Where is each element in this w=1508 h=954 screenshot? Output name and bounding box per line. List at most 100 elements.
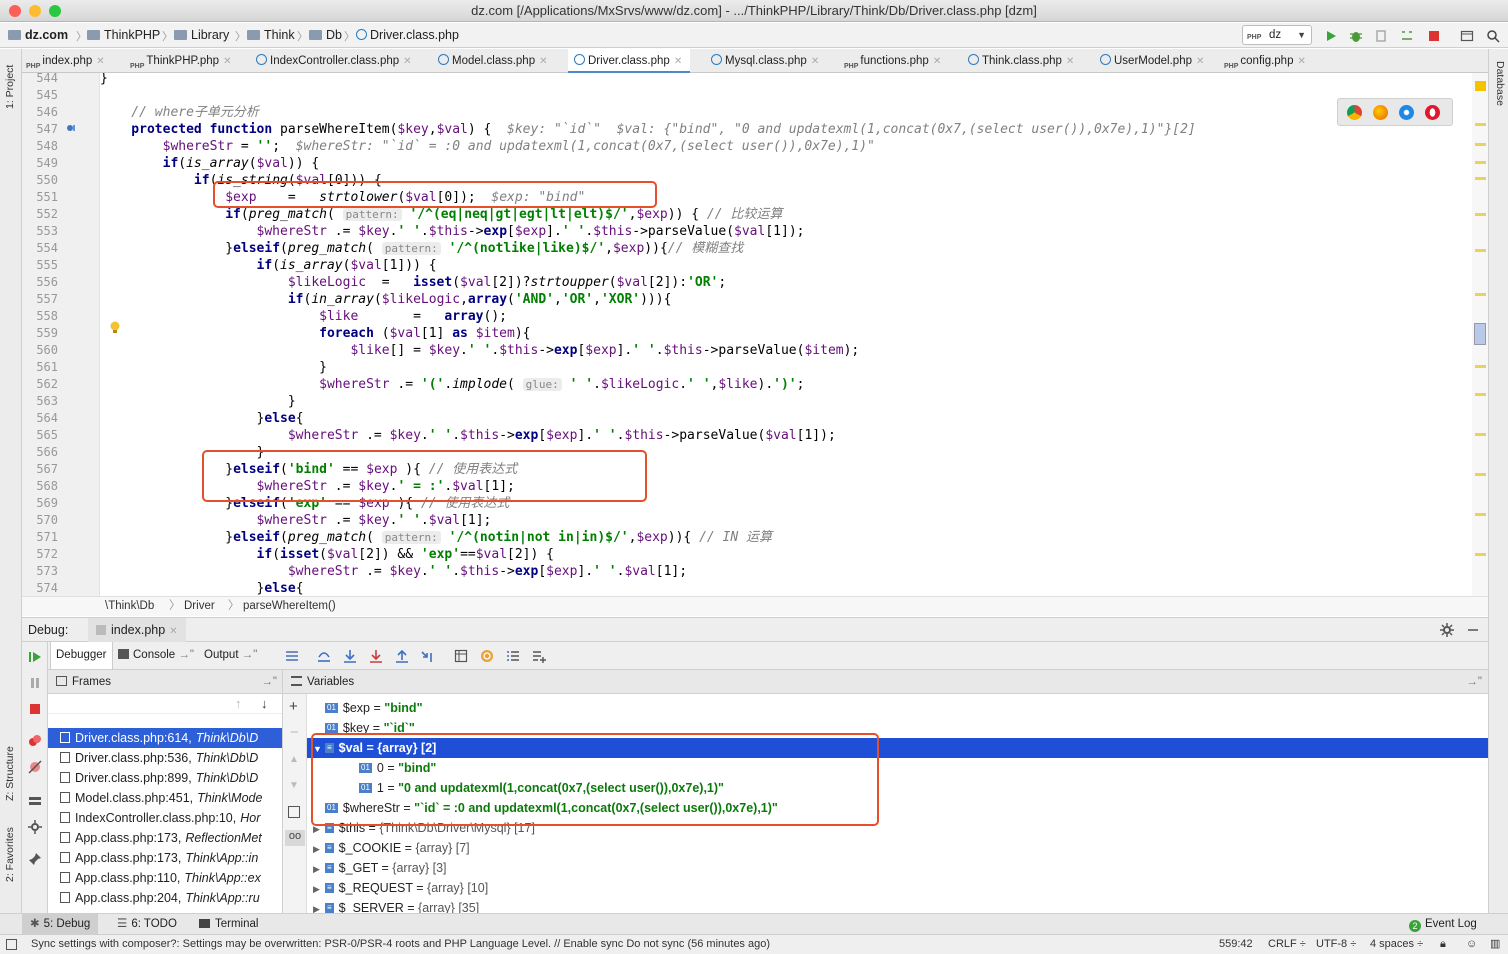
- resume-icon[interactable]: [28, 650, 42, 664]
- tab-debugger[interactable]: Debugger: [50, 642, 113, 669]
- stop-icon[interactable]: [1427, 29, 1441, 43]
- tab-mysql[interactable]: Mysql.class.php ✕: [705, 49, 819, 73]
- frame-row[interactable]: Driver.class.php:614, Think\Db\D: [48, 728, 282, 748]
- warning-marker[interactable]: [1475, 433, 1486, 436]
- scroll-thumb[interactable]: [1474, 323, 1486, 345]
- code-line[interactable]: }else{: [100, 410, 304, 427]
- code-line[interactable]: }: [100, 359, 327, 376]
- run-config-select[interactable]: PHP dz ▼: [1242, 25, 1312, 45]
- nav-crumb-think[interactable]: Think: [247, 27, 295, 43]
- frame-row[interactable]: App.class.php:110, Think\App::ex: [48, 868, 282, 888]
- safari-icon[interactable]: [1399, 105, 1414, 120]
- line-number[interactable]: 559: [22, 325, 58, 342]
- remove-icon[interactable]: −: [290, 724, 299, 741]
- nav-crumb-library[interactable]: Library: [174, 27, 229, 43]
- layout-icon[interactable]: [1460, 29, 1474, 43]
- line-number[interactable]: 573: [22, 563, 58, 580]
- force-step-into-icon[interactable]: [369, 649, 383, 663]
- pin-arrow-icon[interactable]: →": [261, 670, 277, 694]
- step-over-icon[interactable]: [317, 649, 331, 663]
- step-out-icon[interactable]: [395, 649, 409, 663]
- close-tab-icon[interactable]: ✕: [811, 56, 819, 67]
- code-line[interactable]: $whereStr .= $key.' '.$val[1];: [100, 512, 492, 529]
- warning-marker[interactable]: [1475, 553, 1486, 556]
- code-line[interactable]: }: [100, 73, 108, 87]
- warning-marker[interactable]: [1475, 177, 1486, 180]
- run-to-cursor-icon[interactable]: [421, 649, 435, 663]
- line-number[interactable]: 563: [22, 393, 58, 410]
- tab-model[interactable]: Model.class.php ✕: [432, 49, 548, 73]
- line-number[interactable]: 546: [22, 104, 58, 121]
- terminal-tool-button[interactable]: Terminal: [199, 914, 258, 934]
- line-number[interactable]: 549: [22, 155, 58, 172]
- glasses-icon[interactable]: oo: [285, 830, 305, 846]
- pause-icon[interactable]: [28, 676, 42, 690]
- view-breakpoints-icon[interactable]: [28, 734, 42, 748]
- frame-row[interactable]: Driver.class.php:899, Think\Db\D: [48, 768, 282, 788]
- line-number[interactable]: 547: [22, 121, 58, 138]
- code-line[interactable]: $whereStr .= $key.' '.$this->exp[$exp].'…: [100, 223, 805, 240]
- variable-row[interactable]: ▶ ≡ $_SERVER = {array} [35]: [307, 898, 1488, 913]
- status-toggle-icon[interactable]: [6, 939, 17, 950]
- todo-tool-button[interactable]: ☰ 6: TODO: [117, 914, 177, 934]
- close-tab-icon[interactable]: ✕: [1066, 56, 1074, 67]
- tab-index-php[interactable]: PHP index.php ✕: [22, 49, 105, 73]
- opera-icon[interactable]: [1425, 105, 1440, 120]
- arrow-up-icon[interactable]: ↑: [235, 696, 242, 711]
- variable-row[interactable]: 01 $exp = "bind": [307, 698, 1488, 718]
- line-number[interactable]: 550: [22, 172, 58, 189]
- close-tab-icon[interactable]: ✕: [1196, 56, 1204, 67]
- warning-marker[interactable]: [1475, 81, 1486, 91]
- close-tab-icon[interactable]: ✕: [403, 56, 411, 67]
- expand-toggle-icon[interactable]: ▶: [313, 879, 325, 899]
- code-line[interactable]: $likeLogic = isset($val[2])?strtoupper($…: [100, 274, 726, 291]
- chrome-icon[interactable]: [1347, 105, 1362, 120]
- frame-row[interactable]: App.class.php:204, Think\App::ru: [48, 888, 282, 908]
- warning-marker[interactable]: [1475, 513, 1486, 516]
- line-number[interactable]: 548: [22, 138, 58, 155]
- tab-indexcontroller[interactable]: IndexController.class.php ✕: [250, 49, 412, 73]
- frame-row[interactable]: App.class.php:173, ReflectionMet: [48, 828, 282, 848]
- nav-crumb-project[interactable]: dz.com: [8, 27, 68, 43]
- step-into-icon[interactable]: [343, 649, 357, 663]
- file-encoding[interactable]: UTF-8 ÷: [1316, 935, 1356, 954]
- close-tab-icon[interactable]: ✕: [169, 626, 177, 637]
- frame-row[interactable]: Model.class.php:451, Think\Mode: [48, 788, 282, 808]
- layout-settings-icon[interactable]: [28, 794, 42, 808]
- project-tool-button[interactable]: 1: Project: [4, 65, 16, 109]
- stop-debug-icon[interactable]: [28, 702, 42, 716]
- favorites-tool-button[interactable]: 2: Favorites: [4, 827, 16, 882]
- tab-usermodel[interactable]: UserModel.php ✕: [1094, 49, 1204, 73]
- line-number[interactable]: 565: [22, 427, 58, 444]
- code-line[interactable]: $like = array();: [100, 308, 507, 325]
- code-line[interactable]: if(is_array($val)) {: [100, 155, 320, 172]
- frame-row[interactable]: IndexController.class.php:10, Hor: [48, 808, 282, 828]
- coverage-icon[interactable]: [1374, 29, 1388, 43]
- line-number[interactable]: 555: [22, 257, 58, 274]
- override-marker-icon[interactable]: [65, 122, 77, 134]
- list-icon[interactable]: [506, 649, 520, 663]
- search-icon[interactable]: [1486, 29, 1500, 43]
- warning-marker[interactable]: [1475, 161, 1486, 164]
- close-window-button[interactable]: [9, 5, 21, 17]
- line-number[interactable]: 574: [22, 580, 58, 596]
- code-line[interactable]: if(preg_match( pattern: '/^(eq|neq|gt|eg…: [100, 206, 782, 223]
- tab-functions[interactable]: PHP functions.php ✕: [840, 49, 941, 73]
- warning-marker[interactable]: [1475, 249, 1486, 252]
- nav-crumb-file[interactable]: Driver.class.php: [356, 27, 459, 43]
- evaluate-expression-icon[interactable]: [454, 649, 468, 663]
- frame-row[interactable]: App.class.php:173, Think\App::in: [48, 848, 282, 868]
- tab-output[interactable]: Output →": [204, 642, 257, 669]
- add-watch-icon[interactable]: [532, 649, 546, 663]
- watch-icon[interactable]: [480, 649, 494, 663]
- code-line[interactable]: $whereStr .= $key.' '.$this->exp[$exp].'…: [100, 563, 687, 580]
- indent-setting[interactable]: 4 spaces ÷: [1370, 935, 1423, 954]
- code-line[interactable]: if(is_array($val[1])) {: [100, 257, 437, 274]
- inspector-icon[interactable]: ☺︎: [1466, 935, 1477, 954]
- expand-toggle-icon[interactable]: ▶: [313, 839, 325, 859]
- line-number[interactable]: 556: [22, 274, 58, 291]
- line-number[interactable]: 552: [22, 206, 58, 223]
- breadcrumb-namespace[interactable]: \Think\Db: [105, 597, 154, 616]
- event-log-button[interactable]: 2 Event Log: [1409, 914, 1477, 934]
- tab-thinkphp-php[interactable]: PHP ThinkPHP.php ✕: [126, 49, 231, 73]
